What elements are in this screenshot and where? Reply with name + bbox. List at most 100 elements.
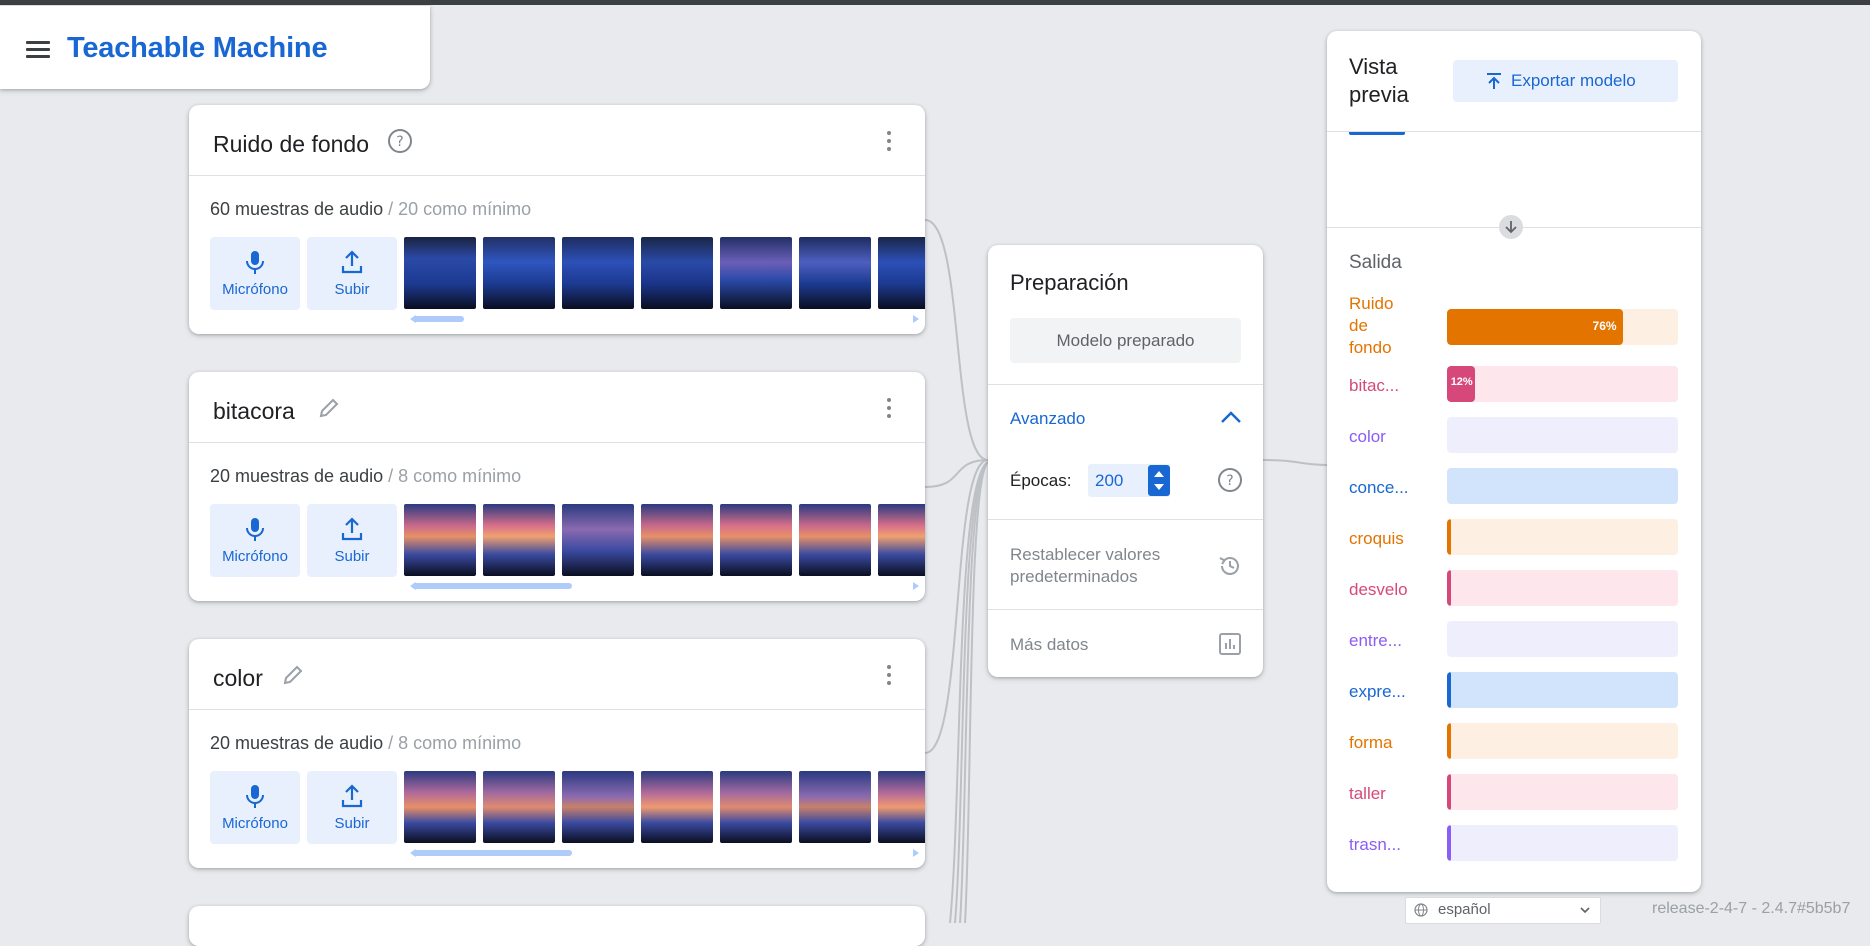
upload-icon bbox=[341, 517, 363, 541]
svg-text:?: ? bbox=[1226, 473, 1233, 489]
upload-icon bbox=[1487, 73, 1501, 89]
output-class-label: entre... bbox=[1349, 631, 1402, 650]
hamburger-menu-icon[interactable] bbox=[26, 41, 50, 59]
advanced-toggle[interactable]: Avanzado bbox=[1010, 409, 1085, 429]
app-header: Teachable Machine bbox=[0, 6, 430, 89]
spectrogram-thumbnail[interactable] bbox=[799, 504, 871, 576]
upload-icon bbox=[341, 250, 363, 274]
thumbnail-scrollbar[interactable] bbox=[412, 583, 917, 589]
microphone-button[interactable]: Micrófono bbox=[210, 237, 300, 310]
spectrogram-thumbnail[interactable] bbox=[878, 504, 925, 576]
confidence-bar bbox=[1447, 672, 1678, 708]
spectrogram-thumbnail[interactable] bbox=[878, 771, 925, 843]
confidence-fill: 76% bbox=[1447, 309, 1623, 345]
release-version: release-2-4-7 - 2.4.7#5b5b7 bbox=[1652, 900, 1851, 917]
stepper-arrows-icon[interactable] bbox=[1148, 465, 1170, 496]
train-model-button[interactable]: Modelo preparado bbox=[1010, 318, 1241, 363]
help-circle-icon[interactable]: ? bbox=[386, 127, 414, 155]
preview-title: Vista previa bbox=[1349, 54, 1409, 107]
spectrogram-thumbnail[interactable] bbox=[878, 237, 925, 309]
spectrogram-thumbnail[interactable] bbox=[483, 771, 555, 843]
epochs-label: Épocas: bbox=[1010, 471, 1072, 490]
bar-chart-icon[interactable] bbox=[1217, 631, 1243, 657]
pencil-icon[interactable] bbox=[279, 661, 307, 689]
class-options-icon[interactable] bbox=[886, 398, 892, 418]
input-tab-indicator bbox=[1349, 132, 1405, 135]
more-data-button[interactable]: Más datos bbox=[1010, 634, 1088, 656]
confidence-bar bbox=[1447, 825, 1678, 861]
history-icon[interactable] bbox=[1217, 553, 1243, 579]
spectrogram-thumbnail[interactable] bbox=[641, 504, 713, 576]
spectrogram-thumbnail[interactable] bbox=[720, 237, 792, 309]
sample-thumbnails[interactable] bbox=[404, 771, 925, 844]
confidence-bar bbox=[1447, 468, 1678, 504]
output-class-label: desvelo bbox=[1349, 580, 1408, 599]
help-circle-icon[interactable]: ? bbox=[1217, 467, 1243, 493]
epochs-value[interactable]: 200 bbox=[1095, 471, 1123, 491]
output-class-label: Ruido de fondo bbox=[1349, 294, 1394, 357]
spectrogram-thumbnail[interactable] bbox=[562, 504, 634, 576]
spectrogram-thumbnail[interactable] bbox=[483, 237, 555, 309]
upload-button[interactable]: Subir bbox=[307, 237, 397, 310]
spectrogram-thumbnail[interactable] bbox=[799, 237, 871, 309]
confidence-fill bbox=[1447, 570, 1451, 606]
scrollbar-thumb[interactable] bbox=[412, 850, 572, 856]
class-card-header: color bbox=[189, 639, 925, 710]
microphone-button[interactable]: Micrófono bbox=[210, 771, 300, 844]
reset-defaults-button[interactable]: Restablecer valores predeterminados bbox=[1010, 544, 1200, 588]
language-select[interactable]: español bbox=[1405, 897, 1601, 924]
language-value: español bbox=[1438, 901, 1491, 918]
microphone-button[interactable]: Micrófono bbox=[210, 504, 300, 577]
epochs-stepper[interactable] bbox=[1148, 465, 1170, 496]
spectrogram-thumbnail[interactable] bbox=[404, 237, 476, 309]
training-title: Preparación bbox=[1010, 270, 1129, 295]
spectrogram-thumbnail[interactable] bbox=[483, 504, 555, 576]
spectrogram-thumbnail[interactable] bbox=[641, 237, 713, 309]
upload-button[interactable]: Subir bbox=[307, 504, 397, 577]
output-class-label: bitac... bbox=[1349, 376, 1400, 395]
class-card-next bbox=[189, 906, 925, 946]
spectrogram-thumbnail[interactable] bbox=[799, 771, 871, 843]
class-card-header: Ruido de fondo ? bbox=[189, 105, 925, 176]
confidence-bar bbox=[1447, 723, 1678, 759]
spectrogram-thumbnail[interactable] bbox=[562, 771, 634, 843]
microphone-label: Micrófono bbox=[222, 548, 288, 565]
confidence-bar bbox=[1447, 519, 1678, 555]
spectrogram-thumbnail[interactable] bbox=[562, 237, 634, 309]
sample-thumbnails[interactable] bbox=[404, 504, 925, 577]
app-title[interactable]: Teachable Machine bbox=[67, 32, 328, 65]
spectrogram-thumbnail[interactable] bbox=[720, 504, 792, 576]
scrollbar-thumb[interactable] bbox=[412, 316, 464, 322]
class-options-icon[interactable] bbox=[886, 131, 892, 151]
spectrogram-thumbnail[interactable] bbox=[404, 504, 476, 576]
confidence-percent: 12% bbox=[1450, 376, 1473, 388]
confidence-fill bbox=[1447, 672, 1451, 708]
divider bbox=[988, 384, 1263, 385]
sample-thumbnails[interactable] bbox=[404, 237, 925, 310]
thumbnail-scrollbar[interactable] bbox=[412, 850, 917, 856]
spectrogram-thumbnail[interactable] bbox=[720, 771, 792, 843]
output-class-label: conce... bbox=[1349, 478, 1409, 497]
confidence-fill bbox=[1447, 723, 1451, 759]
microphone-icon bbox=[246, 518, 264, 541]
pencil-icon[interactable] bbox=[315, 394, 343, 422]
confidence-fill bbox=[1447, 825, 1451, 861]
export-model-button[interactable]: Exportar modelo bbox=[1453, 60, 1678, 102]
svg-text:?: ? bbox=[396, 134, 403, 150]
confidence-bar bbox=[1447, 621, 1678, 657]
spectrogram-thumbnail[interactable] bbox=[404, 771, 476, 843]
class-options-icon[interactable] bbox=[886, 665, 892, 685]
scrollbar-thumb[interactable] bbox=[412, 583, 572, 589]
class-card-header: bitacora bbox=[189, 372, 925, 443]
epochs-input[interactable]: 200 bbox=[1088, 464, 1170, 497]
spectrogram-thumbnail[interactable] bbox=[641, 771, 713, 843]
microphone-icon bbox=[246, 251, 264, 274]
export-label: Exportar modelo bbox=[1511, 71, 1636, 90]
sample-count: 60 muestras de audio / 20 como mínimo bbox=[210, 199, 532, 219]
confidence-fill bbox=[1447, 774, 1451, 810]
chevron-up-icon[interactable] bbox=[1219, 409, 1243, 425]
sample-count: 20 muestras de audio / 8 como mínimo bbox=[210, 466, 522, 486]
arrow-down-icon[interactable] bbox=[1499, 215, 1523, 239]
upload-button[interactable]: Subir bbox=[307, 771, 397, 844]
thumbnail-scrollbar[interactable] bbox=[412, 316, 917, 322]
